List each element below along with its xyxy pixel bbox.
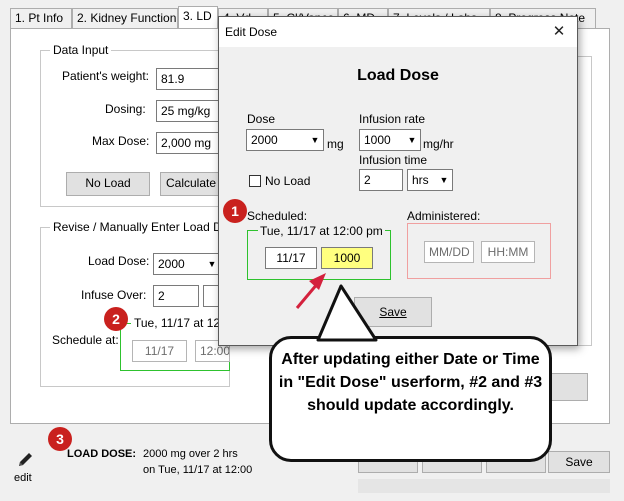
dialog-save-button[interactable]: Save <box>354 297 432 327</box>
right-panel-edge <box>578 56 592 346</box>
infusion-time-unit-combo[interactable]: hrs ▼ <box>407 169 453 191</box>
edit-label[interactable]: edit <box>14 472 32 484</box>
data-input-legend: Data Input <box>50 43 112 57</box>
infusion-time-field[interactable]: 2 <box>359 169 403 191</box>
dialog-heading: Load Dose <box>357 67 439 84</box>
edit-dose-dialog: Edit Dose ✕ Load Dose Dose 2000 ▼ mg Infu… <box>218 16 578 346</box>
tab-kidney-function[interactable]: 2. Kidney Function <box>72 8 178 28</box>
dose-label: Dose <box>247 112 276 126</box>
chevron-down-icon[interactable]: ▼ <box>436 170 452 190</box>
step-badge-3: 3 <box>48 427 72 451</box>
infuse-over-label: Infuse Over: <box>81 288 147 302</box>
infusion-time-label: Infusion time <box>359 153 428 167</box>
infusion-rate-unit: mg/hr <box>423 137 454 151</box>
load-dose-summary-label: LOAD DOSE: <box>67 448 137 460</box>
no-load-button[interactable]: No Load <box>66 172 150 196</box>
dosing-field[interactable]: 25 mg/kg <box>156 100 220 122</box>
save-button[interactable]: Save <box>548 451 610 473</box>
close-icon[interactable]: ✕ <box>541 17 577 47</box>
admin-time-field[interactable]: HH:MM <box>481 241 535 263</box>
calculate-button[interactable]: Calculate <box>160 172 222 196</box>
infusion-rate-label: Infusion rate <box>359 112 426 126</box>
chevron-down-icon[interactable]: ▼ <box>307 130 323 150</box>
tab-ld[interactable]: 3. LD <box>178 6 218 28</box>
dosing-label: Dosing: <box>105 102 146 116</box>
admin-date-field[interactable]: MM/DD <box>424 241 474 263</box>
step-badge-2: 2 <box>104 307 128 331</box>
status-strip <box>358 479 610 493</box>
max-dose-label: Max Dose: <box>92 134 150 148</box>
infuse-over-field[interactable]: 2 <box>153 285 199 307</box>
callout-join <box>321 334 373 342</box>
dialog-title: Edit Dose <box>225 25 278 39</box>
pencil-icon[interactable] <box>14 448 38 470</box>
scheduled-date-field[interactable]: 11/17 <box>265 247 317 269</box>
revise-legend: Revise / Manually Enter Load Dose <box>50 220 245 234</box>
scheduled-time-field[interactable]: 1000 <box>321 247 373 269</box>
load-dose-summary-line2: on Tue, 11/17 at 12:00 <box>143 464 253 476</box>
weight-field[interactable]: 81.9 <box>156 68 220 90</box>
no-load-checkbox[interactable] <box>249 175 261 187</box>
dialog-title-bar: Edit Dose <box>219 17 577 47</box>
schedule-date-field[interactable]: 11/17 <box>132 340 187 362</box>
load-dose-label: Load Dose: <box>88 254 150 268</box>
scheduled-label: Scheduled: <box>247 209 308 223</box>
load-dose-summary-line1: 2000 mg over 2 hrs <box>143 448 238 460</box>
tab-pt-info[interactable]: 1. Pt Info <box>10 8 72 28</box>
weight-label: Patient's weight: <box>62 69 150 83</box>
infusion-rate-combo[interactable]: 1000 ▼ <box>359 129 421 151</box>
scheduled-text: Tue, 11/17 at 12:00 pm <box>258 224 385 238</box>
annotation-callout: After updating either Date or Time in "E… <box>269 336 552 462</box>
max-dose-field[interactable]: 2,000 mg <box>156 132 220 154</box>
chevron-down-icon[interactable]: ▼ <box>404 130 420 150</box>
administered-label: Administered: <box>407 209 481 223</box>
step-badge-1: 1 <box>223 199 247 223</box>
load-dose-field[interactable]: 2000 ▼ <box>153 253 221 275</box>
dose-unit: mg <box>327 137 344 151</box>
dialog-body: Load Dose Dose 2000 ▼ mg Infusion rate 10… <box>219 47 577 345</box>
no-load-label: No Load <box>265 174 311 188</box>
dose-combo[interactable]: 2000 ▼ <box>246 129 324 151</box>
schedule-at-label: Schedule at: <box>52 333 119 347</box>
